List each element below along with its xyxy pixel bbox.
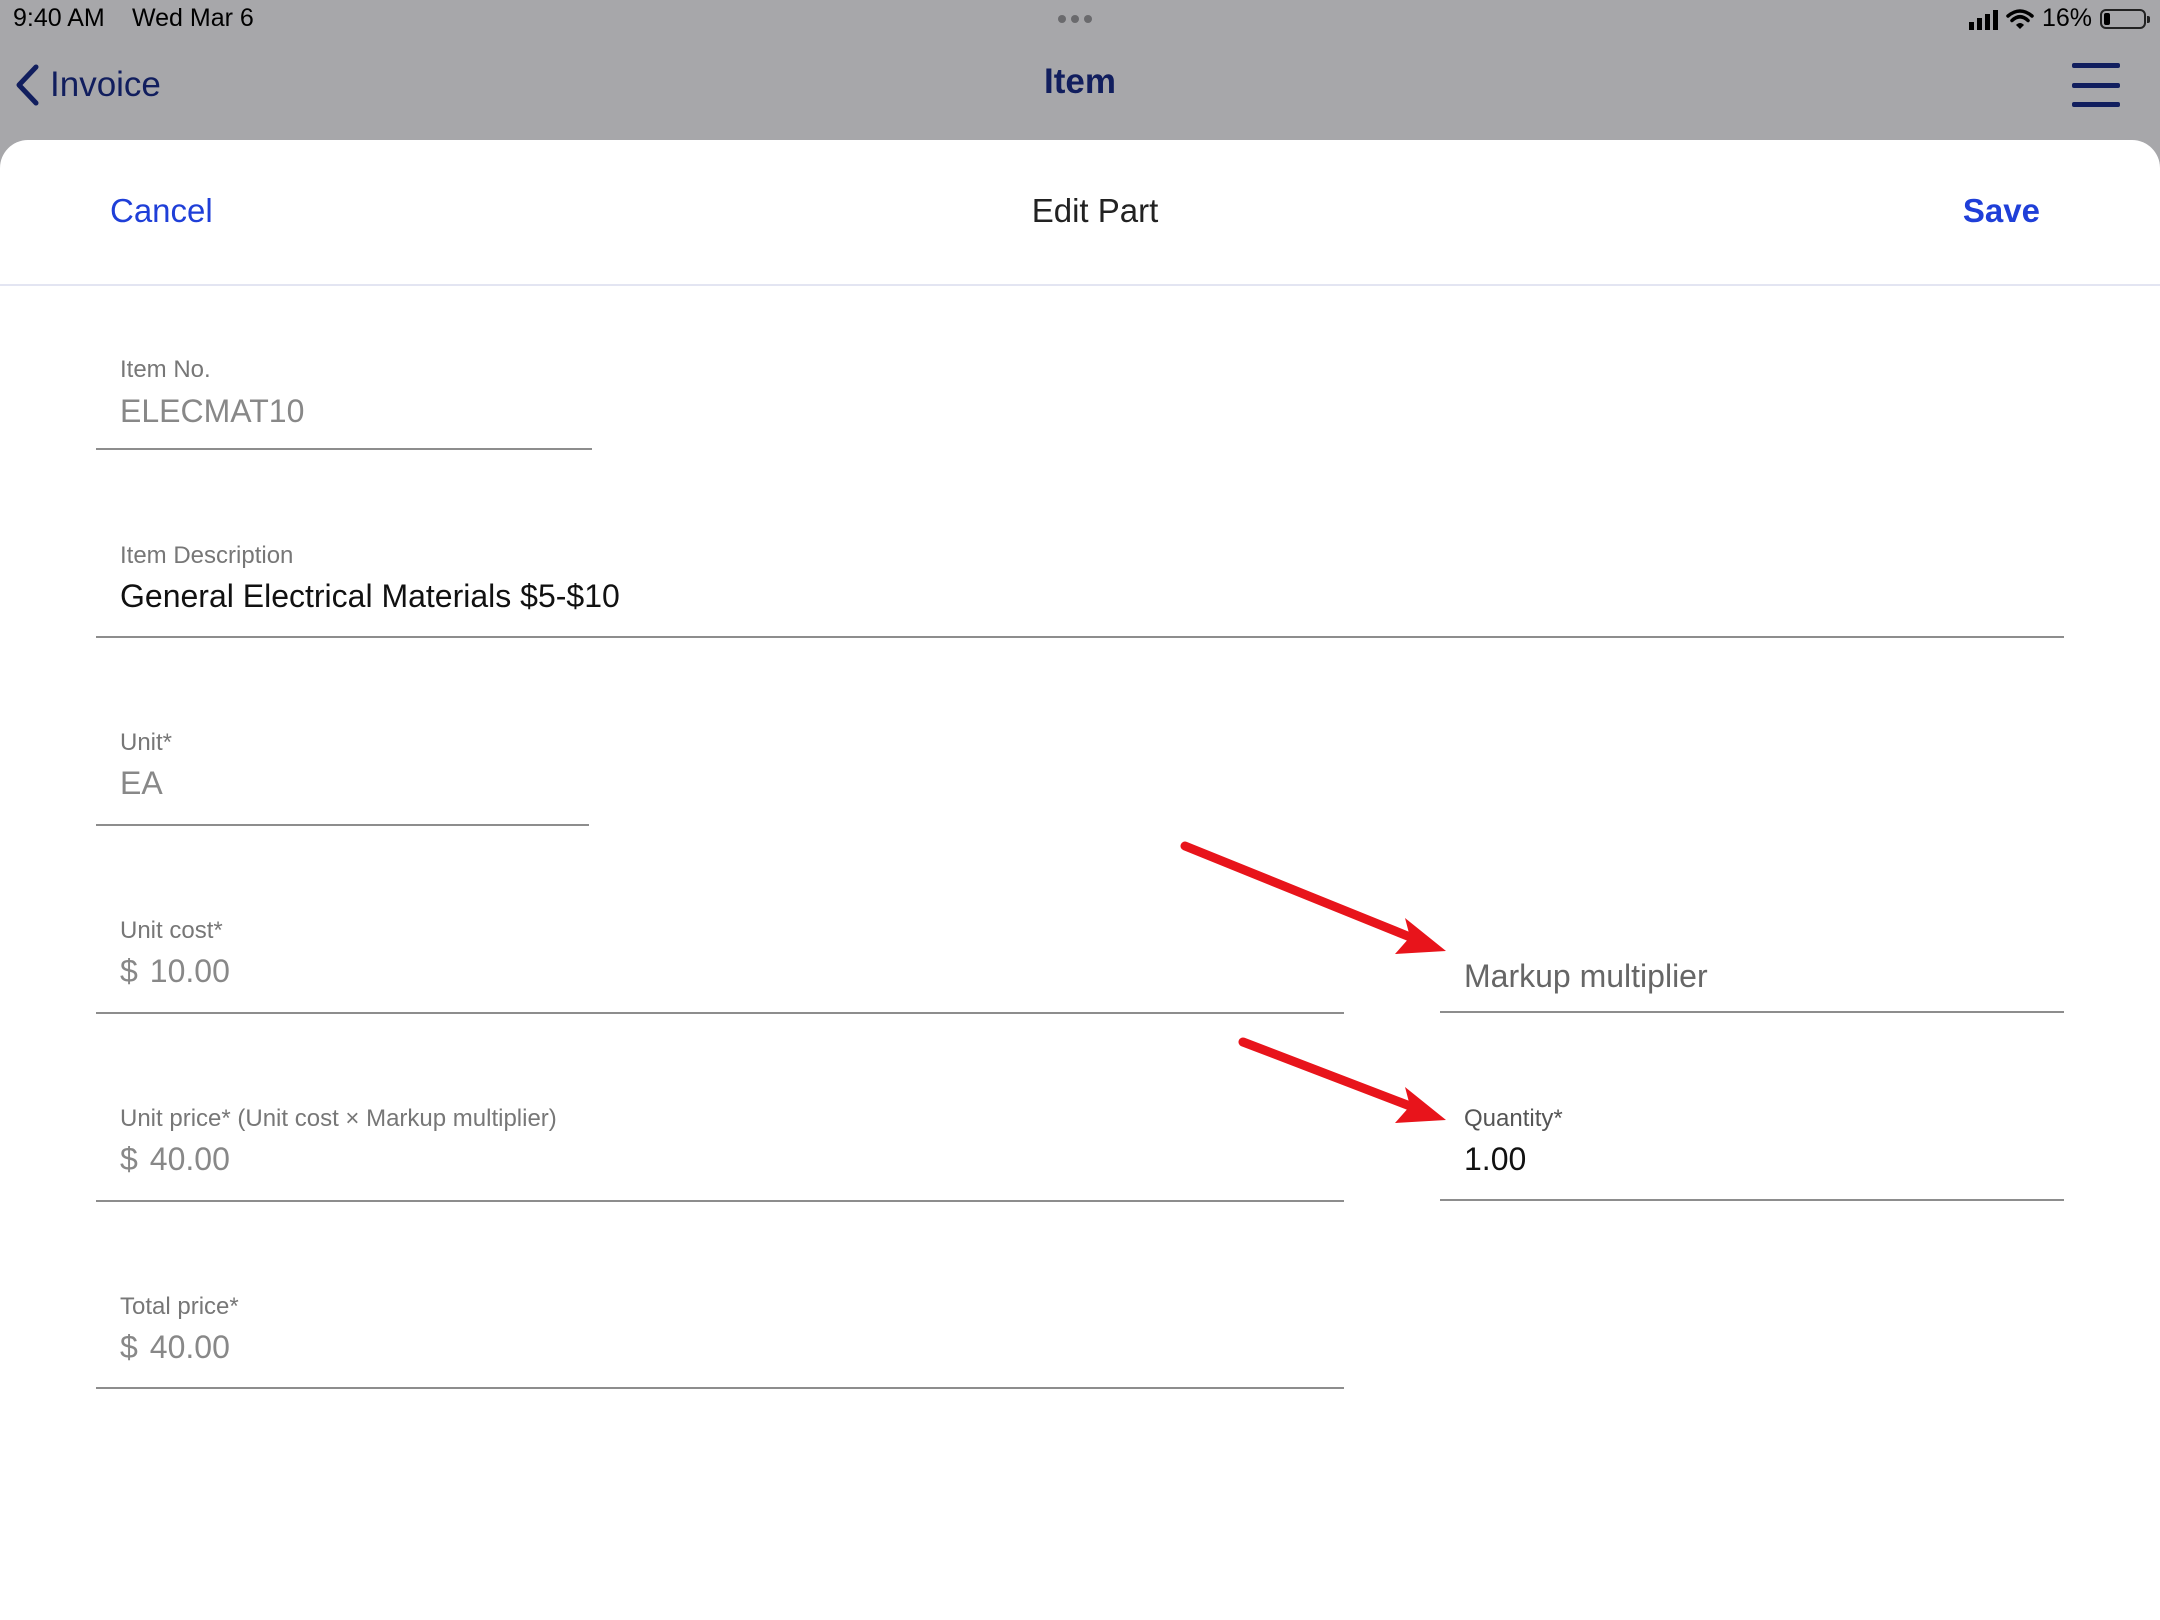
item-description-field[interactable]: Item Description General Electrical Mate… [96, 528, 2064, 638]
nav-bar: Invoice Item [0, 40, 2160, 140]
unit-price-field[interactable]: Unit price* (Unit cost × Markup multipli… [96, 1091, 1344, 1202]
nav-title: Item [1044, 62, 1116, 101]
quantity-value: 1.00 [1464, 1141, 1527, 1177]
save-button[interactable]: Save [1963, 192, 2040, 230]
unit-cost-value: 10.00 [149, 953, 230, 989]
sheet-title: Edit Part [1031, 192, 1159, 229]
markup-multiplier-placeholder: Markup multiplier [1464, 958, 1708, 994]
unit-price-currency: $ [120, 1141, 138, 1177]
unit-price-value: 40.00 [149, 1141, 230, 1177]
wifi-icon [2006, 8, 2034, 29]
quantity-label: Quantity* [1464, 1105, 1563, 1132]
total-price-field[interactable]: Total price* $40.00 [96, 1279, 1344, 1389]
total-price-label: Total price* [120, 1293, 239, 1320]
battery-fill [2104, 12, 2110, 25]
unit-cost-label: Unit cost* [120, 917, 223, 944]
signal-icon [1968, 8, 1998, 30]
item-no-field[interactable]: Item No. ELECMAT10 [96, 340, 592, 450]
status-bar: 9:40 AM Wed Mar 6 16% [0, 0, 2160, 40]
unit-value: EA [120, 765, 163, 801]
unit-label: Unit* [120, 729, 173, 756]
unit-field[interactable]: Unit* EA [96, 715, 589, 826]
battery-icon [2100, 8, 2150, 29]
total-price-currency: $ [120, 1329, 138, 1365]
status-date: Wed Mar 6 [132, 4, 254, 32]
unit-cost-value-wrapper: $10.00 [120, 953, 230, 990]
item-description-value: General Electrical Materials $5-$10 [120, 578, 620, 614]
multitasking-dots-icon[interactable] [1058, 15, 1092, 23]
quantity-field[interactable]: Quantity* 1.00 [1440, 1091, 2064, 1201]
item-no-label: Item No. [120, 356, 211, 383]
sheet-header: Cancel Edit Part Save [0, 140, 2160, 286]
edit-part-sheet: Cancel Edit Part Save Item No. ELECMAT10… [0, 140, 2160, 1620]
item-no-value: ELECMAT10 [120, 393, 305, 429]
status-indicators: 16% [1968, 4, 2150, 33]
unit-cost-field[interactable]: Unit cost* $10.00 [96, 903, 1344, 1014]
hamburger-menu-icon[interactable] [2072, 63, 2120, 107]
unit-cost-currency: $ [120, 953, 138, 989]
battery-percent: 16% [2041, 4, 2092, 32]
total-price-value-wrapper: $40.00 [120, 1329, 230, 1366]
status-time: 9:40 AM [13, 4, 105, 32]
total-price-value: 40.00 [149, 1329, 230, 1365]
unit-price-value-wrapper: $40.00 [120, 1141, 230, 1178]
unit-price-label: Unit price* (Unit cost × Markup multipli… [120, 1105, 557, 1132]
item-description-label: Item Description [120, 542, 294, 569]
markup-multiplier-field[interactable]: Markup multiplier [1440, 903, 2064, 1013]
